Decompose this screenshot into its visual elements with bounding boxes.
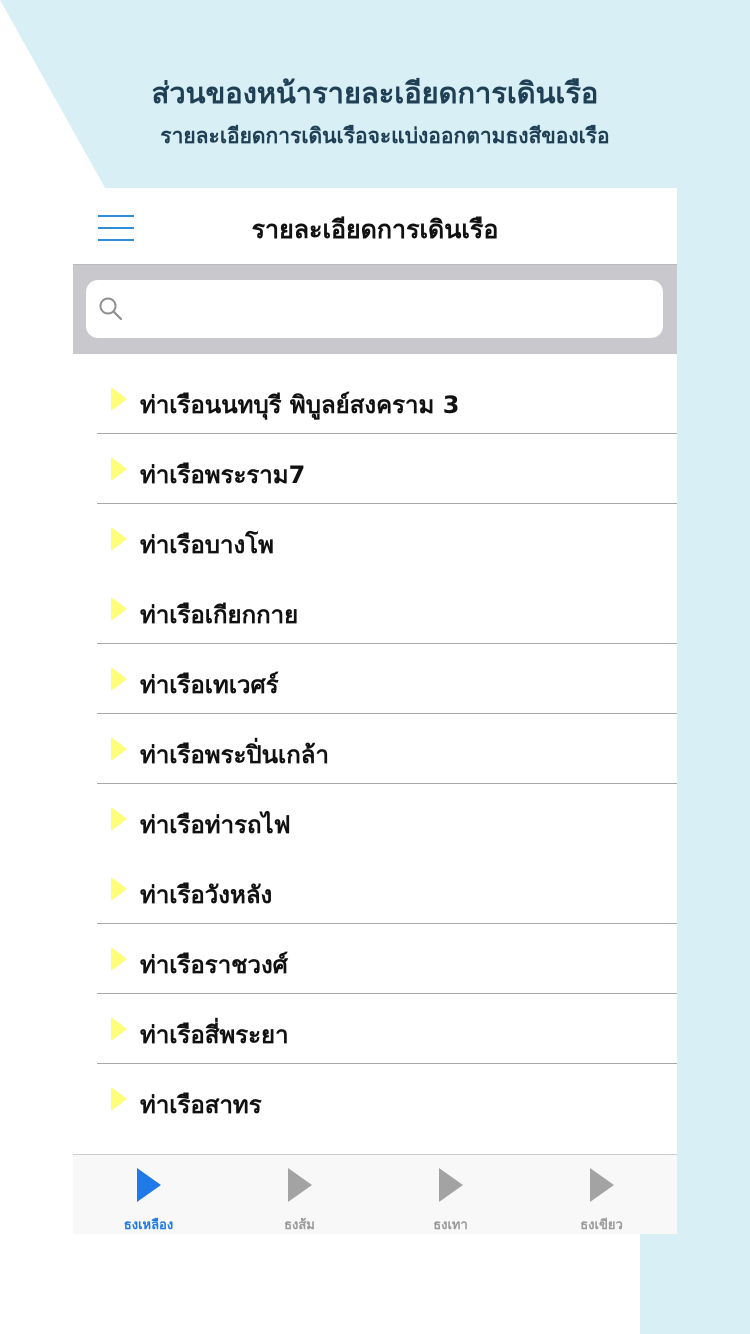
pier-list-item[interactable]: ท่าเรือท่ารถไฟ [73, 784, 677, 854]
pier-list-item[interactable]: ท่าเรือราชวงศ์ [73, 924, 677, 994]
pier-list-item[interactable]: ท่าเรือพระปิ่นเกล้า [73, 714, 677, 784]
pier-label: ท่าเรือบางโพ [140, 531, 274, 559]
pier-label: ท่าเรือสี่พระยา [140, 1021, 289, 1049]
pier-label: ท่าเรือสาทร [140, 1091, 262, 1119]
promo-title: ส่วนของหน้ารายละเอียดการเดินเรือ [151, 76, 599, 110]
pier-label: ท่าเรือท่ารถไฟ [140, 811, 291, 839]
tab-bar: ธงเหลือง ธงส้ม ธงเทา ธงเขียว [73, 1154, 677, 1234]
pier-list-item[interactable]: ท่าเรือสี่พระยา [73, 994, 677, 1064]
pier-label: ท่าเรือพระราม7 [140, 461, 306, 489]
pier-label: ท่าเรือนนทบุรี พิบูลย์สงคราม 3 [140, 391, 460, 419]
pier-list-item[interactable]: ท่าเรือพระราม7 [73, 434, 677, 504]
tab-yellow-flag[interactable]: ธงเหลือง [73, 1155, 224, 1234]
tab-label: ธงเทา [433, 1218, 468, 1233]
yellow-flag-icon [111, 387, 127, 411]
pier-list-item[interactable]: ท่าเรือเทเวศร์ [73, 644, 677, 714]
yellow-flag-icon [111, 597, 127, 621]
pier-label: ท่าเรือราชวงศ์ [140, 951, 288, 979]
pier-list-item[interactable]: ท่าเรือวังหลัง [73, 854, 677, 924]
yellow-flag-icon [111, 667, 127, 691]
pier-list-item[interactable]: ท่าเรือบางโพ [73, 504, 677, 574]
pier-list-item[interactable]: ท่าเรือเกียกกาย [73, 574, 677, 644]
page-title: รายละเอียดการเดินเรือ [251, 215, 499, 244]
search-field[interactable] [86, 280, 663, 338]
tab-label: ธงเขียว [580, 1218, 623, 1233]
play-triangle-icon [136, 1168, 161, 1202]
pier-label: ท่าเรือเกียกกาย [140, 601, 299, 629]
pier-list: ท่าเรือนนทบุรี พิบูลย์สงคราม 3 ท่าเรือพระ… [73, 364, 677, 1134]
yellow-flag-icon [111, 527, 127, 551]
pier-label: ท่าเรือพระปิ่นเกล้า [140, 741, 329, 769]
yellow-flag-icon [111, 457, 127, 481]
yellow-flag-icon [111, 877, 127, 901]
tab-gray-flag[interactable]: ธงเทา [375, 1155, 526, 1234]
play-triangle-icon [589, 1168, 614, 1202]
navigation-bar: รายละเอียดการเดินเรือ [73, 188, 677, 265]
promo-subtitle: รายละเอียดการเดินเรือจะแบ่งออกตามธงสีของ… [160, 124, 610, 148]
pier-list-item[interactable]: ท่าเรือสาทร [73, 1064, 677, 1134]
yellow-flag-icon [111, 947, 127, 971]
tab-orange-flag[interactable]: ธงส้ม [224, 1155, 375, 1234]
search-input[interactable] [134, 290, 653, 330]
app-screen: รายละเอียดการเดินเรือ ท่าเรือนนทบุรี พิบ… [73, 188, 677, 1234]
yellow-flag-icon [111, 737, 127, 761]
yellow-flag-icon [111, 1087, 127, 1111]
search-icon [99, 297, 123, 321]
tab-label: ธงส้ม [284, 1218, 315, 1233]
search-bar [73, 265, 677, 354]
pier-label: ท่าเรือเทเวศร์ [140, 671, 279, 699]
play-triangle-icon [287, 1168, 312, 1202]
pier-label: ท่าเรือวังหลัง [140, 881, 273, 909]
play-triangle-icon [438, 1168, 463, 1202]
yellow-flag-icon [111, 807, 127, 831]
tab-green-flag[interactable]: ธงเขียว [526, 1155, 677, 1234]
tab-label: ธงเหลือง [123, 1218, 174, 1233]
yellow-flag-icon [111, 1017, 127, 1041]
pier-list-item[interactable]: ท่าเรือนนทบุรี พิบูลย์สงคราม 3 [73, 364, 677, 434]
